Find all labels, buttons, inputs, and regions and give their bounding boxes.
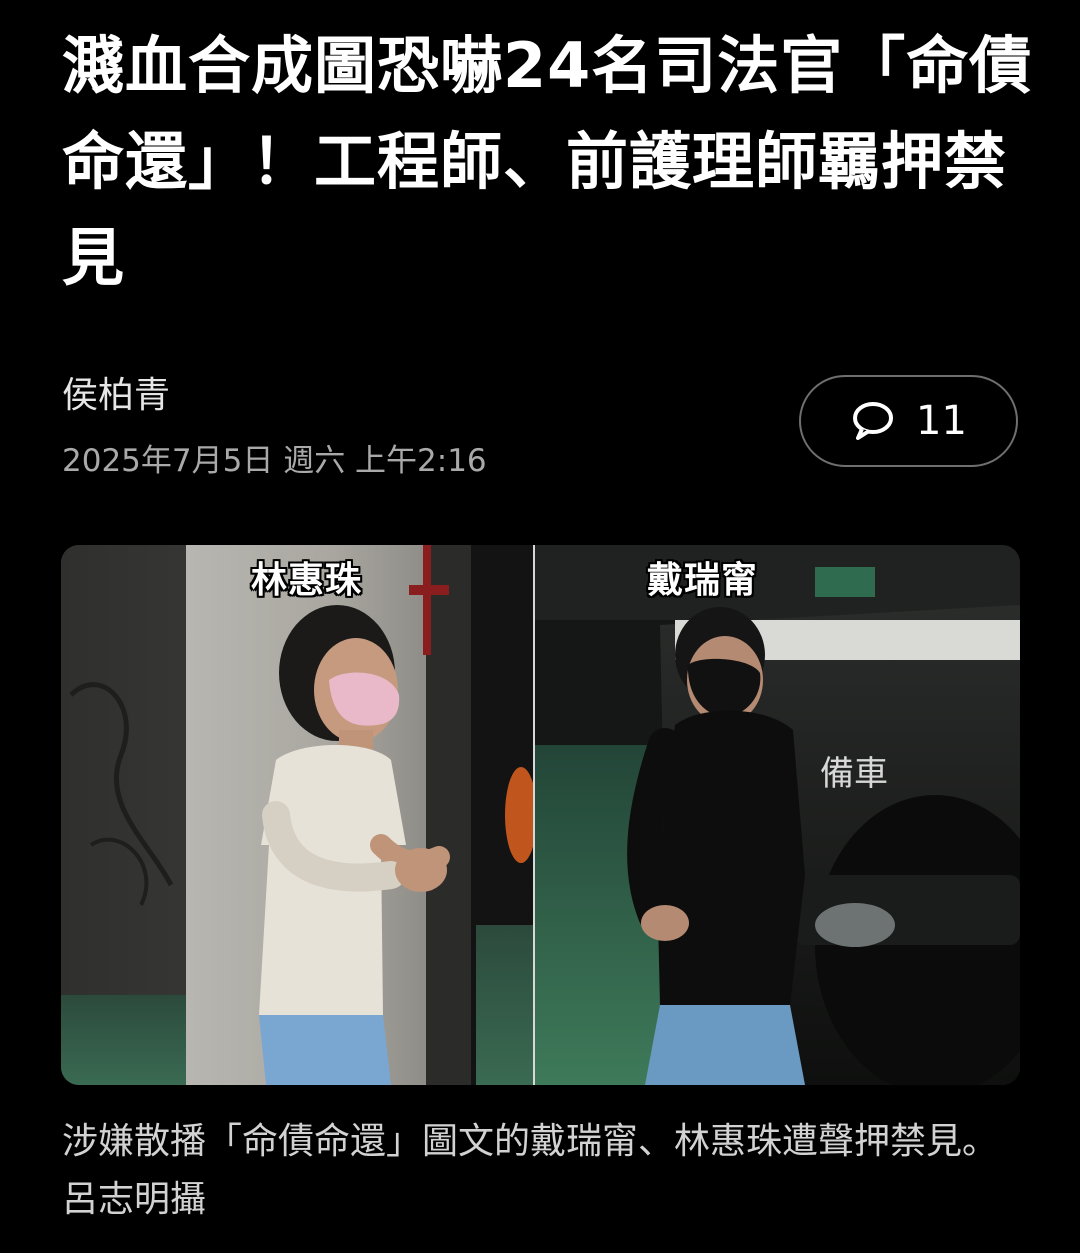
publish-date: 2025年7月5日 週六 上午2:16 [62,443,487,479]
article-photo[interactable]: 林惠珠 備車 戴瑞甯 [61,545,1020,1085]
photo-label-left: 林惠珠 [251,560,363,601]
photo-left-panel: 林惠珠 [61,545,533,1085]
vehicle-marking: 備車 [820,754,888,794]
author-name[interactable]: 侯柏青 [62,372,170,420]
photo-caption: 涉嫌散播「命債命還」圖文的戴瑞甯、林惠珠遭聲押禁見。呂志明攝 [62,1121,999,1220]
photo-left-scene [61,545,533,1085]
photo-right-scene: 備車 [535,545,1020,1085]
comment-count: 11 [916,398,967,444]
photo-right-panel: 備車 戴瑞甯 [535,545,1020,1085]
comments-button[interactable]: 11 [799,375,1018,467]
speech-bubble-icon [853,402,894,440]
article-title: 濺血合成圖恐嚇24名司法官「命債命還」！工程師、前護理師羈押禁見 [62,29,1033,294]
photo-label-right: 戴瑞甯 [647,560,759,601]
